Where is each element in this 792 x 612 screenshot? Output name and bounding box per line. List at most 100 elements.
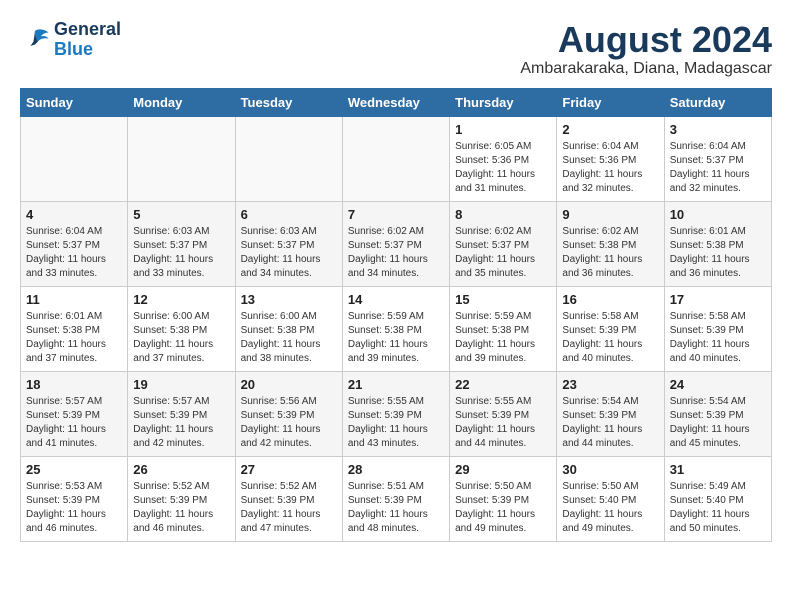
date-number: 2 xyxy=(562,122,658,137)
cell-info: Sunrise: 5:49 AMSunset: 5:40 PMDaylight:… xyxy=(670,480,766,536)
cell-info: Sunrise: 6:00 AMSunset: 5:38 PMDaylight:… xyxy=(241,310,337,366)
calendar-cell: 6 Sunrise: 6:03 AMSunset: 5:37 PMDaylight… xyxy=(235,201,342,286)
page-header: General Blue August 2024 Ambarakaraka, D… xyxy=(20,20,772,78)
date-number: 7 xyxy=(348,207,444,222)
cell-info: Sunrise: 6:03 AMSunset: 5:37 PMDaylight:… xyxy=(133,225,229,281)
cell-info: Sunrise: 6:02 AMSunset: 5:38 PMDaylight:… xyxy=(562,225,658,281)
cell-info: Sunrise: 5:58 AMSunset: 5:39 PMDaylight:… xyxy=(670,310,766,366)
date-number: 23 xyxy=(562,377,658,392)
calendar-cell: 1Sunrise: 6:05 AMSunset: 5:36 PMDaylight… xyxy=(450,116,557,201)
cell-info: Sunrise: 6:02 AMSunset: 5:37 PMDaylight:… xyxy=(348,225,444,281)
cell-info: Sunrise: 5:57 AMSunset: 5:39 PMDaylight:… xyxy=(26,395,122,451)
cell-info: Sunrise: 6:01 AMSunset: 5:38 PMDaylight:… xyxy=(670,225,766,281)
calendar-table: SundayMondayTuesdayWednesdayThursdayFrid… xyxy=(20,88,772,542)
cell-info: Sunrise: 5:52 AMSunset: 5:39 PMDaylight:… xyxy=(241,480,337,536)
calendar-cell: 2 Sunrise: 6:04 AMSunset: 5:36 PMDaylight… xyxy=(557,116,664,201)
logo: General Blue xyxy=(20,20,121,60)
date-number: 16 xyxy=(562,292,658,307)
calendar-cell: 8 Sunrise: 6:02 AMSunset: 5:37 PMDaylight… xyxy=(450,201,557,286)
day-header-sunday: Sunday xyxy=(21,88,128,116)
calendar-cell xyxy=(128,116,235,201)
date-number: 8 xyxy=(455,207,551,222)
cell-info: Sunrise: 6:04 AMSunset: 5:36 PMDaylight:… xyxy=(562,140,658,196)
week-row-1: 1Sunrise: 6:05 AMSunset: 5:36 PMDaylight… xyxy=(21,116,772,201)
calendar-cell: 25Sunrise: 5:53 AMSunset: 5:39 PMDayligh… xyxy=(21,456,128,541)
calendar-cell: 15 Sunrise: 5:59 AMSunset: 5:38 PMDayligh… xyxy=(450,286,557,371)
calendar-cell: 20 Sunrise: 5:56 AMSunset: 5:39 PMDayligh… xyxy=(235,371,342,456)
date-number: 18 xyxy=(26,377,122,392)
cell-info: Sunrise: 5:58 AMSunset: 5:39 PMDaylight:… xyxy=(562,310,658,366)
date-number: 9 xyxy=(562,207,658,222)
calendar-cell: 24 Sunrise: 5:54 AMSunset: 5:39 PMDayligh… xyxy=(664,371,771,456)
cell-info: Sunrise: 6:03 AMSunset: 5:37 PMDaylight:… xyxy=(241,225,337,281)
cell-info: Sunrise: 6:00 AMSunset: 5:38 PMDaylight:… xyxy=(133,310,229,366)
week-row-5: 25Sunrise: 5:53 AMSunset: 5:39 PMDayligh… xyxy=(21,456,772,541)
calendar-cell: 31Sunrise: 5:49 AMSunset: 5:40 PMDayligh… xyxy=(664,456,771,541)
logo-line2: Blue xyxy=(54,40,121,60)
date-number: 11 xyxy=(26,292,122,307)
month-title: August 2024 xyxy=(520,20,772,60)
date-number: 15 xyxy=(455,292,551,307)
date-number: 20 xyxy=(241,377,337,392)
cell-info: Sunrise: 5:56 AMSunset: 5:39 PMDaylight:… xyxy=(241,395,337,451)
calendar-cell: 17 Sunrise: 5:58 AMSunset: 5:39 PMDayligh… xyxy=(664,286,771,371)
date-number: 5 xyxy=(133,207,229,222)
date-number: 6 xyxy=(241,207,337,222)
day-header-saturday: Saturday xyxy=(664,88,771,116)
date-number: 3 xyxy=(670,122,766,137)
cell-info: Sunrise: 5:51 AMSunset: 5:39 PMDaylight:… xyxy=(348,480,444,536)
logo-icon xyxy=(20,25,50,55)
date-number: 14 xyxy=(348,292,444,307)
cell-info: Sunrise: 6:04 AMSunset: 5:37 PMDaylight:… xyxy=(26,225,122,281)
week-row-3: 11 Sunrise: 6:01 AMSunset: 5:38 PMDayligh… xyxy=(21,286,772,371)
day-header-wednesday: Wednesday xyxy=(342,88,449,116)
cell-info: Sunrise: 6:01 AMSunset: 5:38 PMDaylight:… xyxy=(26,310,122,366)
cell-info: Sunrise: 5:53 AMSunset: 5:39 PMDaylight:… xyxy=(26,480,122,536)
date-number: 4 xyxy=(26,207,122,222)
date-number: 24 xyxy=(670,377,766,392)
date-number: 26 xyxy=(133,462,229,477)
calendar-cell: 27 Sunrise: 5:52 AMSunset: 5:39 PMDayligh… xyxy=(235,456,342,541)
calendar-cell: 11 Sunrise: 6:01 AMSunset: 5:38 PMDayligh… xyxy=(21,286,128,371)
cell-info: Sunrise: 6:05 AMSunset: 5:36 PMDaylight:… xyxy=(455,140,551,196)
date-number: 29 xyxy=(455,462,551,477)
location-title: Ambarakaraka, Diana, Madagascar xyxy=(520,60,772,78)
cell-info: Sunrise: 5:54 AMSunset: 5:39 PMDaylight:… xyxy=(562,395,658,451)
calendar-cell: 3 Sunrise: 6:04 AMSunset: 5:37 PMDaylight… xyxy=(664,116,771,201)
cell-info: Sunrise: 5:55 AMSunset: 5:39 PMDaylight:… xyxy=(348,395,444,451)
cell-info: Sunrise: 5:59 AMSunset: 5:38 PMDaylight:… xyxy=(348,310,444,366)
calendar-cell xyxy=(235,116,342,201)
date-number: 28 xyxy=(348,462,444,477)
date-number: 13 xyxy=(241,292,337,307)
cell-info: Sunrise: 6:04 AMSunset: 5:37 PMDaylight:… xyxy=(670,140,766,196)
logo-line1: General xyxy=(54,20,121,40)
calendar-cell: 28 Sunrise: 5:51 AMSunset: 5:39 PMDayligh… xyxy=(342,456,449,541)
calendar-cell: 29 Sunrise: 5:50 AMSunset: 5:39 PMDayligh… xyxy=(450,456,557,541)
calendar-cell: 7 Sunrise: 6:02 AMSunset: 5:37 PMDaylight… xyxy=(342,201,449,286)
cell-info: Sunrise: 5:57 AMSunset: 5:39 PMDaylight:… xyxy=(133,395,229,451)
cell-info: Sunrise: 5:59 AMSunset: 5:38 PMDaylight:… xyxy=(455,310,551,366)
date-number: 17 xyxy=(670,292,766,307)
cell-info: Sunrise: 5:55 AMSunset: 5:39 PMDaylight:… xyxy=(455,395,551,451)
date-number: 12 xyxy=(133,292,229,307)
calendar-cell: 19Sunrise: 5:57 AMSunset: 5:39 PMDayligh… xyxy=(128,371,235,456)
calendar-cell xyxy=(342,116,449,201)
calendar-cell: 16 Sunrise: 5:58 AMSunset: 5:39 PMDayligh… xyxy=(557,286,664,371)
calendar-cell: 14 Sunrise: 5:59 AMSunset: 5:38 PMDayligh… xyxy=(342,286,449,371)
calendar-cell: 21Sunrise: 5:55 AMSunset: 5:39 PMDayligh… xyxy=(342,371,449,456)
date-number: 27 xyxy=(241,462,337,477)
cell-info: Sunrise: 5:54 AMSunset: 5:39 PMDaylight:… xyxy=(670,395,766,451)
cell-info: Sunrise: 6:02 AMSunset: 5:37 PMDaylight:… xyxy=(455,225,551,281)
calendar-cell: 22Sunrise: 5:55 AMSunset: 5:39 PMDayligh… xyxy=(450,371,557,456)
calendar-cell: 18 Sunrise: 5:57 AMSunset: 5:39 PMDayligh… xyxy=(21,371,128,456)
day-header-friday: Friday xyxy=(557,88,664,116)
header-row: SundayMondayTuesdayWednesdayThursdayFrid… xyxy=(21,88,772,116)
day-header-tuesday: Tuesday xyxy=(235,88,342,116)
calendar-cell: 26 Sunrise: 5:52 AMSunset: 5:39 PMDayligh… xyxy=(128,456,235,541)
calendar-cell: 4 Sunrise: 6:04 AMSunset: 5:37 PMDaylight… xyxy=(21,201,128,286)
calendar-cell: 13 Sunrise: 6:00 AMSunset: 5:38 PMDayligh… xyxy=(235,286,342,371)
cell-info: Sunrise: 5:52 AMSunset: 5:39 PMDaylight:… xyxy=(133,480,229,536)
cell-info: Sunrise: 5:50 AMSunset: 5:39 PMDaylight:… xyxy=(455,480,551,536)
date-number: 30 xyxy=(562,462,658,477)
calendar-cell: 5 Sunrise: 6:03 AMSunset: 5:37 PMDaylight… xyxy=(128,201,235,286)
